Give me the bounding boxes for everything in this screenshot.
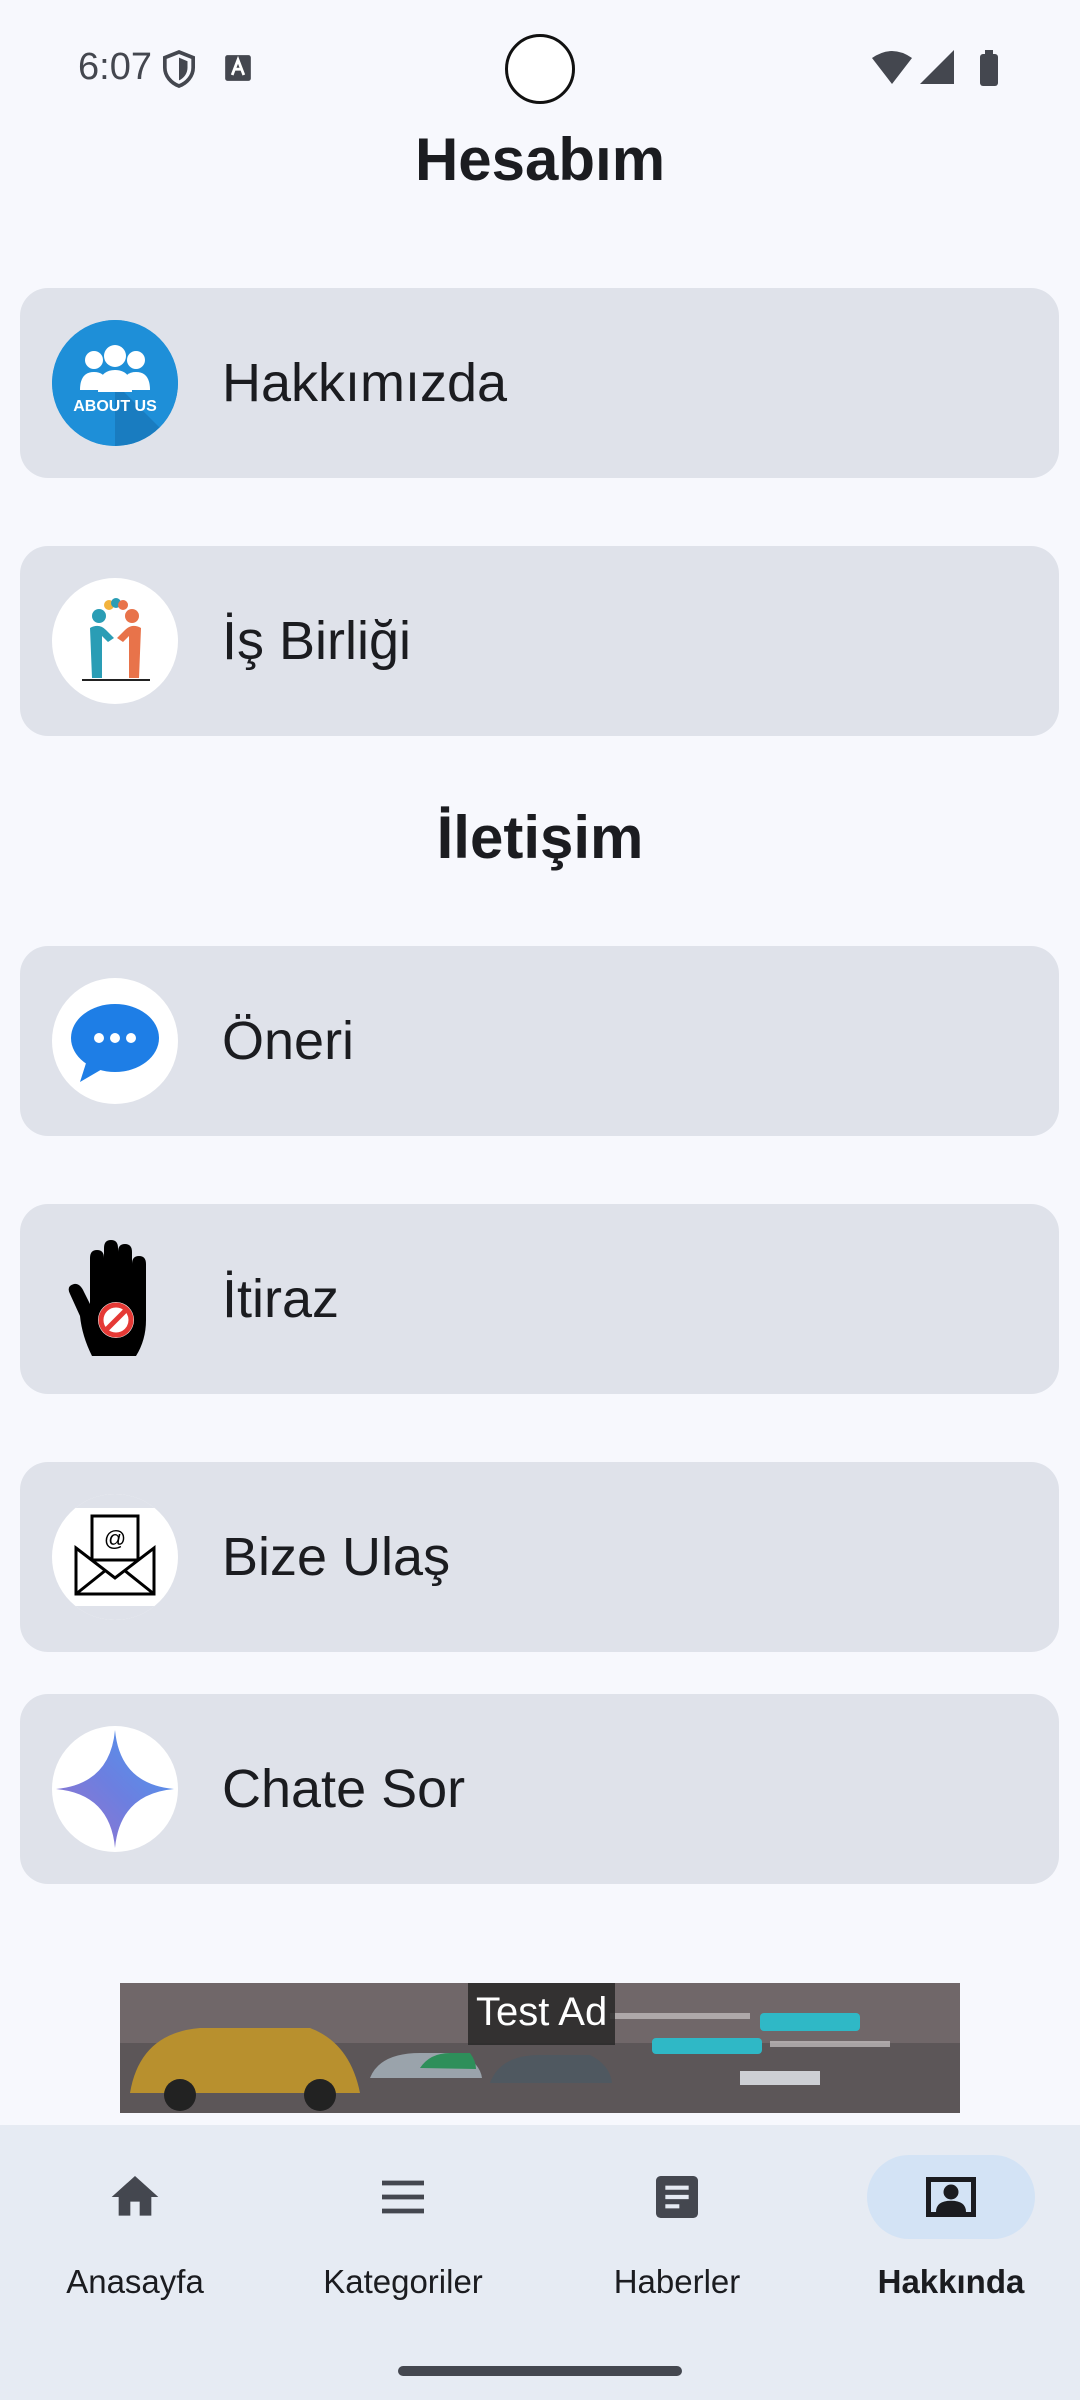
nav-label-categories: Kategoriler: [323, 2263, 483, 2300]
suggestion-label: Öneri: [222, 1011, 355, 1071]
about-us-card[interactable]: ABOUT US Hakkımızda: [20, 288, 1059, 478]
sparkle-icon: [52, 1726, 178, 1852]
nav-item-home[interactable]: Anasayfa: [0, 2155, 270, 2315]
nav-label-news: Haberler: [613, 2263, 741, 2300]
battery-icon: [980, 54, 998, 86]
objection-card[interactable]: İtiraz: [20, 1204, 1059, 1394]
nav-item-news[interactable]: Haberler: [542, 2155, 812, 2315]
nav-item-about[interactable]: Hakkında: [816, 2155, 1080, 2315]
shield-icon: [162, 50, 196, 88]
nav-item-categories[interactable]: Kategoriler: [268, 2155, 538, 2315]
about-us-icon: ABOUT US: [52, 320, 178, 446]
objection-label: İtiraz: [222, 1269, 340, 1329]
ask-chat-card[interactable]: Chate Sor: [20, 1694, 1059, 1884]
ad-banner[interactable]: Test Ad: [120, 1983, 960, 2113]
page-title: Hesabım: [414, 126, 666, 193]
about-us-icon-text: ABOUT US: [73, 398, 157, 415]
camera-cutout: [505, 34, 575, 104]
account-box-icon: [926, 2177, 976, 2217]
suggestion-card[interactable]: Öneri: [20, 946, 1059, 1136]
cellular-icon: [920, 50, 954, 84]
menu-icon: [382, 2180, 424, 2214]
handshake-icon: [52, 578, 178, 704]
article-icon: [656, 2176, 698, 2218]
gesture-bar[interactable]: [398, 2366, 682, 2376]
wifi-icon: [872, 51, 912, 84]
svg-text:@: @: [104, 1526, 126, 1551]
envelope-icon: @: [52, 1494, 178, 1620]
contact-us-label: Bize Ulaş: [222, 1527, 451, 1587]
nav-label-about: Hakkında: [877, 2263, 1025, 2300]
status-icons: [872, 50, 998, 86]
ask-chat-label: Chate Sor: [222, 1759, 466, 1819]
bottom-navigation: Anasayfa Kategoriler Haberler Hakkında: [0, 2125, 1080, 2400]
home-icon: [111, 2176, 159, 2216]
status-time: 6:07: [78, 46, 152, 88]
status-bar: 6:07: [0, 0, 1080, 136]
about-us-label: Hakkımızda: [222, 353, 508, 413]
contact-us-card[interactable]: @ Bize Ulaş: [20, 1462, 1059, 1652]
nav-active-indicator: [867, 2155, 1035, 2239]
stop-hand-icon: [52, 1236, 178, 1362]
section-title-contact: İletişim: [436, 804, 644, 871]
partnership-card[interactable]: İş Birliği: [20, 546, 1059, 736]
ad-label: Test Ad: [468, 1983, 616, 2045]
text-format-icon: [225, 55, 251, 81]
nav-label-home: Anasayfa: [66, 2263, 204, 2300]
chat-bubble-icon: [52, 978, 178, 1104]
partnership-label: İş Birliği: [222, 611, 412, 671]
